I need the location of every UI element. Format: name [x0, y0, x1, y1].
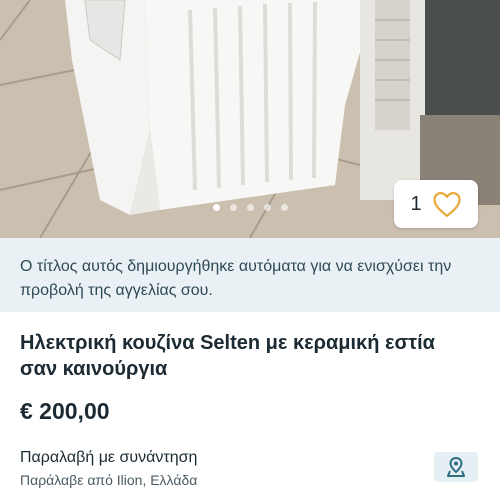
map-button[interactable] [434, 452, 478, 482]
gallery-dot[interactable] [263, 204, 271, 211]
gallery-dot[interactable] [280, 204, 288, 211]
favorite-count: 1 [410, 192, 422, 215]
gallery-dot[interactable] [229, 204, 237, 211]
pickup-method: Παραλαβή με συνάντηση [20, 449, 198, 466]
favorite-button[interactable]: 1 [394, 180, 478, 228]
listing-title: Ηλεκτρική κουζίνα Selten με κεραμική εστ… [20, 332, 435, 380]
listing-page: 1 Ο τίτλος αυτός δημιουργήθηκε αυτόματα … [0, 0, 500, 500]
gallery-dot[interactable] [212, 204, 220, 211]
info-banner-text: Ο τίτλος αυτός δημιουργήθηκε αυτόματα γι… [20, 258, 452, 299]
gallery-dot[interactable] [246, 204, 254, 211]
listing-photo[interactable]: 1 [0, 0, 500, 238]
map-pin-icon [447, 456, 465, 477]
pickup-location: Παράλαβε από Ilion, Ελλάδα [20, 472, 198, 488]
heart-outline-icon [432, 192, 461, 217]
auto-title-info-banner: Ο τίτλος αυτός δημιουργήθηκε αυτόματα γι… [0, 238, 500, 312]
listing-price: € 200,00 [20, 398, 110, 424]
